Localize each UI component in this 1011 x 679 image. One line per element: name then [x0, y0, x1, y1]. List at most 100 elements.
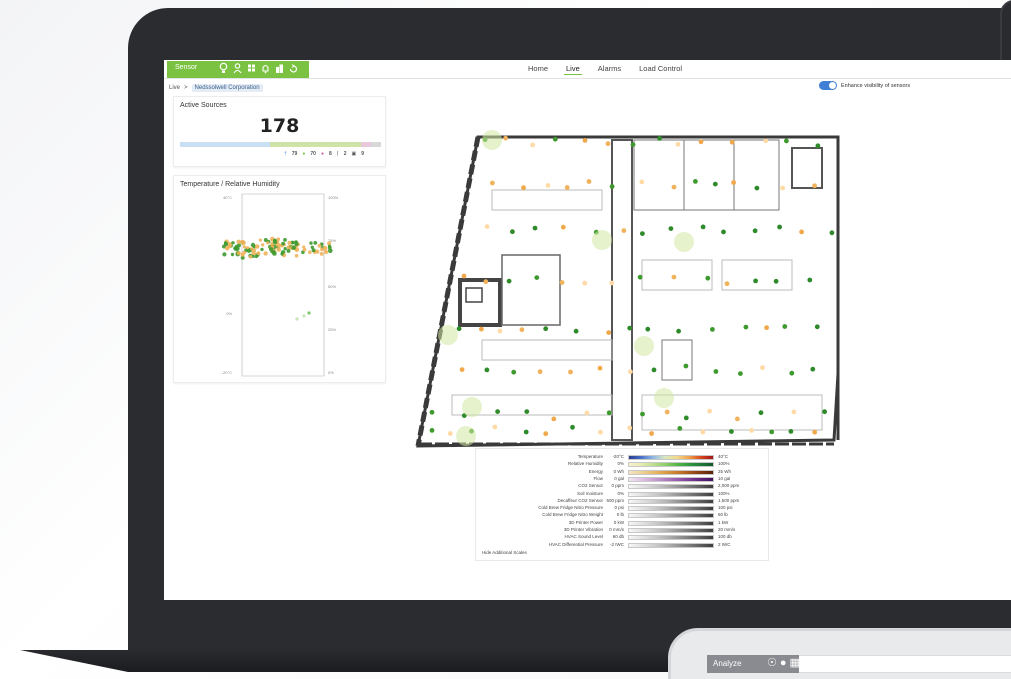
sensor-dot[interactable] — [552, 136, 558, 142]
sensor-dot[interactable] — [560, 224, 566, 230]
hide-additional-scales-link[interactable]: Hide Additional Scales — [482, 550, 527, 555]
breadcrumb-current[interactable]: Nedssolwell Corporation — [191, 84, 263, 92]
sensor-dot[interactable] — [822, 409, 827, 415]
sensor-dot[interactable] — [429, 428, 435, 433]
sensor-dot[interactable] — [605, 141, 611, 147]
sensor-dot[interactable] — [649, 431, 654, 436]
tab-load-control[interactable]: Load Control — [637, 63, 684, 75]
sensor-dot[interactable] — [784, 138, 789, 144]
sensor-dot[interactable] — [524, 409, 530, 414]
sensor-dot[interactable] — [780, 185, 785, 191]
sensor-dot[interactable] — [721, 229, 726, 235]
sensor-dot[interactable] — [609, 184, 615, 189]
sensor-dot[interactable] — [573, 328, 579, 334]
sensor-dot[interactable] — [729, 429, 734, 434]
sensor-dot[interactable] — [683, 415, 689, 421]
sensor-dot[interactable] — [782, 324, 788, 329]
tab-live[interactable]: Live — [564, 63, 582, 75]
sensor-dot[interactable] — [812, 183, 817, 189]
floor-plan-map[interactable] — [412, 130, 842, 450]
sensor-dot[interactable] — [788, 429, 794, 434]
sensor-dot[interactable] — [483, 279, 489, 285]
sensor-dot[interactable] — [729, 139, 735, 145]
sensor-dot[interactable] — [640, 231, 645, 236]
sensor-dot[interactable] — [807, 277, 813, 283]
sensor-dot[interactable] — [479, 326, 484, 332]
sensor-dot[interactable] — [497, 328, 503, 334]
sensor-dot[interactable] — [753, 278, 758, 284]
sensor-dot[interactable] — [651, 367, 657, 373]
sensor-dot[interactable] — [582, 280, 588, 286]
sensor-dot[interactable] — [628, 369, 633, 375]
sensor-dot[interactable] — [621, 228, 627, 233]
sensor-dot[interactable] — [447, 431, 453, 436]
sensor-dot[interactable] — [671, 274, 677, 280]
app-brand-bar[interactable]: Sensor — [167, 61, 309, 78]
sensor-dot[interactable] — [707, 408, 712, 414]
sensor-dot[interactable] — [664, 409, 670, 415]
buildings-icon[interactable] — [275, 62, 284, 75]
sensor-dot[interactable] — [645, 326, 651, 332]
sensor-dot[interactable] — [700, 224, 706, 230]
sensor-dot[interactable] — [490, 180, 495, 186]
lightbulb-icon[interactable] — [219, 62, 228, 75]
sensor-dot[interactable] — [698, 139, 704, 145]
sensor-dot[interactable] — [683, 363, 689, 369]
sensor-dot[interactable] — [637, 274, 643, 280]
sensor-dot[interactable] — [484, 224, 490, 229]
sensor-dot[interactable] — [754, 185, 760, 191]
sensor-dot[interactable] — [559, 280, 565, 285]
sensor-dot[interactable] — [456, 326, 462, 332]
sensor-dot[interactable] — [700, 429, 706, 435]
sensor-dot[interactable] — [812, 429, 818, 435]
sensor-dot[interactable] — [705, 275, 711, 281]
sensor-dot[interactable] — [743, 324, 749, 330]
sensor-dot[interactable] — [564, 185, 570, 190]
sensor-dot[interactable] — [534, 275, 540, 280]
sensor-dot[interactable] — [582, 138, 588, 143]
tab-home[interactable]: Home — [526, 63, 550, 75]
sensor-dot[interactable] — [791, 409, 797, 415]
sensor-dot[interactable] — [752, 228, 758, 234]
sensor-dot[interactable] — [503, 135, 508, 141]
sensor-dot[interactable] — [760, 365, 765, 371]
loop-icon[interactable] — [289, 62, 298, 75]
sensor-dot[interactable] — [627, 425, 633, 431]
sensor-dot[interactable] — [506, 278, 512, 284]
sensor-dot[interactable] — [429, 409, 435, 415]
sensor-dot[interactable] — [738, 371, 743, 376]
sensor-dot[interactable] — [799, 229, 804, 235]
sensor-dot[interactable] — [530, 142, 536, 148]
sensor-dot[interactable] — [511, 369, 517, 375]
sensor-dot[interactable] — [523, 429, 529, 435]
sensor-dot[interactable] — [543, 431, 549, 437]
sensor-dot[interactable] — [484, 367, 490, 373]
sensor-dot[interactable] — [510, 229, 515, 235]
sensor-dot[interactable] — [545, 183, 551, 188]
sensor-dot[interactable] — [749, 428, 754, 433]
sensor-dot[interactable] — [773, 278, 779, 284]
sensor-dot[interactable] — [537, 369, 543, 375]
sensor-dot[interactable] — [777, 224, 782, 230]
sensor-dot[interactable] — [597, 365, 603, 371]
sensor-dot[interactable] — [521, 185, 526, 191]
sensor-dot[interactable] — [671, 184, 677, 190]
sensor-dot[interactable] — [543, 326, 549, 332]
enhance-visibility-toggle[interactable] — [819, 81, 837, 90]
sensor-dot[interactable] — [814, 324, 820, 330]
sensor-dot[interactable] — [640, 411, 645, 417]
sensor-dot[interactable] — [815, 143, 821, 149]
sensor-dot[interactable] — [735, 416, 740, 422]
sensor-dot[interactable] — [627, 325, 633, 331]
sensor-dot[interactable] — [724, 281, 730, 287]
sensor-dot[interactable] — [710, 327, 715, 332]
sensor-dot[interactable] — [657, 136, 662, 141]
sensor-dot[interactable] — [598, 429, 603, 435]
sensor-dot[interactable] — [492, 424, 498, 430]
sensor-dot[interactable] — [810, 366, 816, 372]
person-badge-icon[interactable] — [233, 62, 242, 75]
sensor-dot[interactable] — [584, 410, 590, 416]
sensor-dot[interactable] — [459, 367, 465, 372]
sensor-dot[interactable] — [829, 230, 835, 236]
grid-icon[interactable] — [247, 62, 256, 75]
